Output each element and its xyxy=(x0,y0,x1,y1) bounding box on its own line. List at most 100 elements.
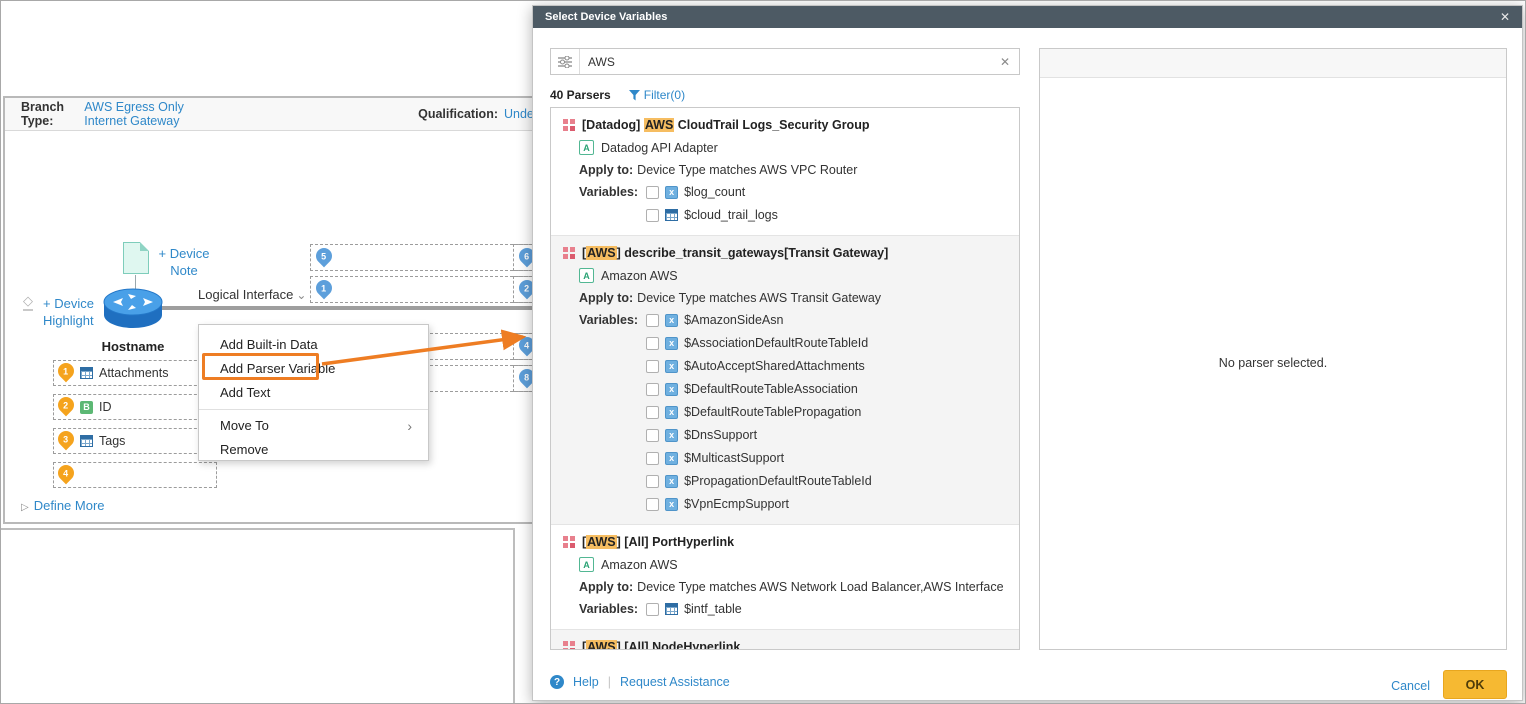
variables-section: Variables: $AmazonSideAsn xyxy=(579,313,1007,520)
search-input[interactable] xyxy=(580,55,1000,69)
variable-checkbox[interactable] xyxy=(646,360,659,373)
variable-type-icon xyxy=(665,406,678,419)
data-field-list: 1 Attachments 2 B ID 3 Tags 4 xyxy=(53,360,217,490)
clear-search-icon[interactable]: ✕ xyxy=(1000,55,1019,69)
parser-preview-panel: No parser selected. xyxy=(1039,48,1507,650)
parser-title: [Datadog] AWS CloudTrail Logs_Security G… xyxy=(563,118,1007,132)
field-type-icon: B xyxy=(80,401,93,414)
search-options-icon[interactable] xyxy=(551,49,580,74)
branch-type-value[interactable]: AWS Egress Only Internet Gateway xyxy=(84,100,228,128)
funnel-icon xyxy=(629,90,640,101)
adapter-name: Amazon AWS xyxy=(601,269,678,283)
variable-type-icon xyxy=(665,498,678,511)
parser-item[interactable]: [AWS] describe_transit_gateways[Transit … xyxy=(551,236,1019,525)
select-device-variables-dialog: Select Device Variables ✕ ✕ 40 Parsers xyxy=(532,5,1523,701)
data-field-slot[interactable]: 2 B ID xyxy=(53,394,217,420)
variable-row: $PropagationDefaultRouteTableId xyxy=(646,474,872,488)
apply-to-row: Apply to:Device Type matches AWS Transit… xyxy=(579,291,1007,305)
variable-type-icon xyxy=(665,360,678,373)
variable-name: $AssociationDefaultRouteTableId xyxy=(684,336,868,350)
parser-search-box: ✕ xyxy=(550,48,1020,75)
field-type-icon xyxy=(80,435,93,447)
variable-type-icon xyxy=(665,314,678,327)
variable-name: $PropagationDefaultRouteTableId xyxy=(684,474,872,488)
preview-header xyxy=(1040,49,1506,78)
define-more-left-link[interactable]: ▷Define More xyxy=(21,498,105,513)
variable-type-icon xyxy=(665,475,678,488)
data-field-slot[interactable]: 3 Tags xyxy=(53,428,217,454)
data-field-slot[interactable]: 1 Attachments xyxy=(53,360,217,386)
branch-type-label: Branch Type: xyxy=(21,100,78,128)
request-assistance-link[interactable]: Request Assistance xyxy=(620,675,730,689)
close-icon[interactable]: ✕ xyxy=(1500,6,1510,28)
variable-name: $DefaultRouteTableAssociation xyxy=(684,382,858,396)
context-menu-item[interactable]: Move To › xyxy=(199,414,428,438)
variable-checkbox[interactable] xyxy=(646,337,659,350)
variable-row: $log_count xyxy=(646,185,778,199)
context-menu-bottom-group: Move To › Remove xyxy=(199,414,428,462)
parser-icon xyxy=(563,247,575,259)
filter-link[interactable]: Filter(0) xyxy=(629,88,685,102)
variable-checkbox[interactable] xyxy=(646,209,659,222)
parser-name: [AWS] describe_transit_gateways[Transit … xyxy=(582,246,888,260)
field-label: ID xyxy=(99,400,112,414)
add-device-note-link[interactable]: + Device Note xyxy=(153,245,215,279)
device-note-icon[interactable] xyxy=(123,242,149,274)
variable-name: $AmazonSideAsn xyxy=(684,313,783,327)
logical-interface-dropdown[interactable]: Logical Interface⌄ xyxy=(198,287,306,302)
ok-button[interactable]: OK xyxy=(1443,670,1507,699)
variable-checkbox[interactable] xyxy=(646,429,659,442)
slot-number-pin: 5 xyxy=(313,245,336,268)
slot-number-pin: 1 xyxy=(313,277,336,300)
help-link[interactable]: Help xyxy=(573,675,599,689)
lower-canvas-panel xyxy=(1,528,515,704)
parser-item[interactable]: [AWS] [All] NodeHyperlink A Amazon AWS xyxy=(551,630,1019,650)
variable-name: $intf_table xyxy=(684,602,742,616)
results-count-row: 40 Parsers Filter(0) xyxy=(550,88,685,102)
variable-checkbox[interactable] xyxy=(646,498,659,511)
variable-name: $MulticastSupport xyxy=(684,451,784,465)
define-more-arrow-icon: ▷ xyxy=(21,502,29,513)
variable-name: $DnsSupport xyxy=(684,428,757,442)
variable-checkbox[interactable] xyxy=(646,475,659,488)
menu-separator xyxy=(199,409,428,410)
variable-type-icon xyxy=(665,383,678,396)
parser-icon xyxy=(563,119,575,131)
variable-row: $MulticastSupport xyxy=(646,451,872,465)
apply-to-row: Apply to:Device Type matches AWS VPC Rou… xyxy=(579,163,1007,177)
parser-title: [AWS] [All] NodeHyperlink xyxy=(563,640,1007,650)
app-screen: Branch Type: AWS Egress Only Internet Ga… xyxy=(0,0,1526,704)
variable-type-icon xyxy=(665,186,678,199)
variable-type-icon xyxy=(665,209,678,221)
variable-checkbox[interactable] xyxy=(646,406,659,419)
parser-list: [Datadog] AWS CloudTrail Logs_Security G… xyxy=(550,107,1020,650)
router-device-icon[interactable] xyxy=(101,286,165,334)
adapter-icon: A xyxy=(579,557,594,572)
variable-row: $VpnEcmpSupport xyxy=(646,497,872,511)
variable-name: $DefaultRouteTablePropagation xyxy=(684,405,861,419)
dialog-titlebar: Select Device Variables ✕ xyxy=(533,6,1522,28)
variable-checkbox[interactable] xyxy=(646,452,659,465)
variable-row: $DnsSupport xyxy=(646,428,872,442)
context-menu-item[interactable]: Add Text xyxy=(199,381,428,405)
apply-to-row: Apply to:Device Type matches AWS Network… xyxy=(579,580,1007,594)
hostname-label: Hostname xyxy=(97,339,169,354)
variable-name: $AutoAcceptSharedAttachments xyxy=(684,359,865,373)
cancel-button[interactable]: Cancel xyxy=(1391,679,1430,693)
variable-row: $cloud_trail_logs xyxy=(646,208,778,222)
field-type-icon xyxy=(80,367,93,379)
parser-name: [AWS] [All] PortHyperlink xyxy=(582,535,734,549)
chevron-down-icon: ⌄ xyxy=(296,288,306,302)
variable-row: $intf_table xyxy=(646,602,742,616)
parser-item[interactable]: [Datadog] AWS CloudTrail Logs_Security G… xyxy=(551,108,1019,236)
parser-item[interactable]: [AWS] [All] PortHyperlink A Amazon AWS A… xyxy=(551,525,1019,630)
context-menu-item[interactable]: Remove xyxy=(199,438,428,462)
variable-checkbox[interactable] xyxy=(646,186,659,199)
field-number-pin: 1 xyxy=(55,360,78,383)
variable-checkbox[interactable] xyxy=(646,314,659,327)
variable-row: $AmazonSideAsn xyxy=(646,313,872,327)
qualification-label: Qualification: xyxy=(418,107,498,121)
data-field-slot[interactable]: 4 xyxy=(53,462,217,488)
variable-checkbox[interactable] xyxy=(646,603,659,616)
variable-checkbox[interactable] xyxy=(646,383,659,396)
